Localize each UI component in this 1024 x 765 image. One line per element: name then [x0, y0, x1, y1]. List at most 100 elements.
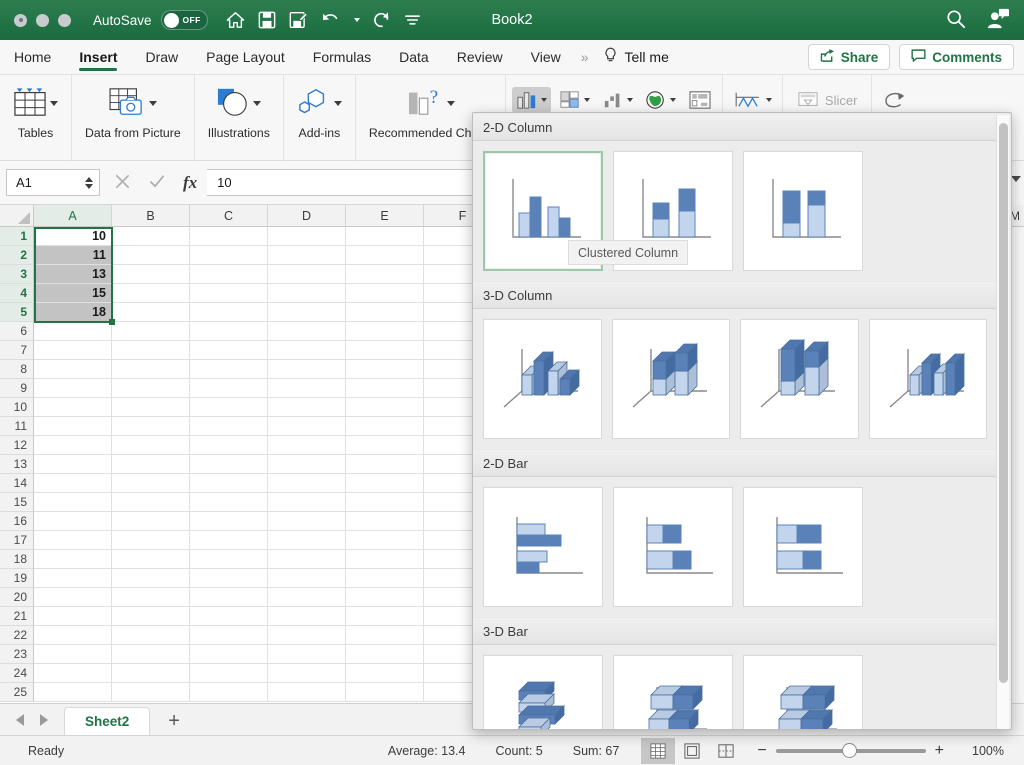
add-ins-dropdown-icon[interactable] [333, 100, 342, 106]
cell-D25[interactable] [268, 683, 346, 702]
pivotchart-button[interactable] [684, 87, 716, 113]
cell-E22[interactable] [346, 626, 424, 645]
cell-D11[interactable] [268, 417, 346, 436]
cell-E24[interactable] [346, 664, 424, 683]
gallery-item-100-stacked-column[interactable] [743, 151, 863, 271]
column-header-d[interactable]: D [268, 205, 346, 226]
cell-C19[interactable] [190, 569, 268, 588]
cell-E21[interactable] [346, 607, 424, 626]
row-header-1[interactable]: 1 [0, 227, 34, 246]
illustrations-dropdown-icon[interactable] [253, 100, 262, 106]
cell-B4[interactable] [112, 284, 190, 303]
window-controls[interactable] [14, 13, 71, 27]
cell-A23[interactable] [34, 645, 112, 664]
cell-D17[interactable] [268, 531, 346, 550]
ribbon-group-illustrations[interactable]: Illustrations [195, 75, 284, 161]
waterfall-chart-dropdown-icon[interactable] [626, 98, 633, 102]
cell-A13[interactable] [34, 455, 112, 474]
comments-button[interactable]: Comments [899, 44, 1014, 70]
gallery-item-3d-100-stacked-column[interactable] [740, 319, 859, 439]
formula-bar-expand-icon[interactable] [1011, 176, 1021, 182]
row-header-21[interactable]: 21 [0, 607, 34, 626]
cell-B14[interactable] [112, 474, 190, 493]
page-layout-view-button[interactable] [675, 738, 709, 764]
cell-C8[interactable] [190, 360, 268, 379]
tab-page-layout[interactable]: Page Layout [192, 40, 299, 75]
cell-E15[interactable] [346, 493, 424, 512]
cell-E5[interactable] [346, 303, 424, 322]
cell-B23[interactable] [112, 645, 190, 664]
cell-A17[interactable] [34, 531, 112, 550]
row-header-7[interactable]: 7 [0, 341, 34, 360]
cell-C11[interactable] [190, 417, 268, 436]
gallery-item-100-stacked-bar[interactable] [743, 487, 863, 607]
column-header-b[interactable]: B [112, 205, 190, 226]
cell-D4[interactable] [268, 284, 346, 303]
map-chart-button[interactable] [641, 87, 680, 113]
cell-E8[interactable] [346, 360, 424, 379]
cell-C22[interactable] [190, 626, 268, 645]
add-ins-icon[interactable] [297, 86, 331, 121]
cell-D23[interactable] [268, 645, 346, 664]
cell-E14[interactable] [346, 474, 424, 493]
cell-D8[interactable] [268, 360, 346, 379]
data-from-picture-icon[interactable] [108, 86, 146, 121]
cell-B25[interactable] [112, 683, 190, 702]
cell-C4[interactable] [190, 284, 268, 303]
cell-C5[interactable] [190, 303, 268, 322]
cell-D21[interactable] [268, 607, 346, 626]
cell-E19[interactable] [346, 569, 424, 588]
cell-B19[interactable] [112, 569, 190, 588]
cell-C15[interactable] [190, 493, 268, 512]
status-average[interactable]: Average: 13.4 [388, 744, 466, 758]
row-header-13[interactable]: 13 [0, 455, 34, 474]
hierarchy-chart-dropdown-icon[interactable] [583, 98, 590, 102]
cell-D19[interactable] [268, 569, 346, 588]
row-header-17[interactable]: 17 [0, 531, 34, 550]
cell-B7[interactable] [112, 341, 190, 360]
gallery-item-clustered-bar[interactable] [483, 487, 603, 607]
cell-D22[interactable] [268, 626, 346, 645]
cell-C25[interactable] [190, 683, 268, 702]
account-icon[interactable] [986, 8, 1010, 33]
name-box[interactable]: A1 [6, 169, 100, 196]
row-header-12[interactable]: 12 [0, 436, 34, 455]
cell-B12[interactable] [112, 436, 190, 455]
ribbon-group-data-from-picture[interactable]: Data from Picture [72, 75, 195, 161]
gallery-item-3d-clustered-bar[interactable] [483, 655, 603, 729]
redo-icon[interactable] [373, 11, 391, 29]
cell-D5[interactable] [268, 303, 346, 322]
cell-A20[interactable] [34, 588, 112, 607]
zoom-level-label[interactable]: 100% [956, 744, 1004, 758]
ribbon-group-add-ins[interactable]: Add-ins [284, 75, 356, 161]
gallery-item-3d-stacked-column[interactable] [611, 319, 730, 439]
cell-A24[interactable] [34, 664, 112, 683]
cell-B10[interactable] [112, 398, 190, 417]
gallery-item-stacked-bar[interactable] [613, 487, 733, 607]
cell-E16[interactable] [346, 512, 424, 531]
cell-D2[interactable] [268, 246, 346, 265]
gallery-item-3d-column[interactable] [868, 319, 987, 439]
tell-me-button[interactable]: Tell me [593, 47, 679, 67]
row-header-3[interactable]: 3 [0, 265, 34, 284]
select-all-button[interactable] [0, 205, 34, 226]
gallery-scrollbar[interactable] [996, 115, 1009, 729]
cell-D9[interactable] [268, 379, 346, 398]
minimize-button[interactable] [36, 13, 49, 27]
cell-E13[interactable] [346, 455, 424, 474]
add-sheet-button[interactable]: + [150, 711, 198, 735]
cell-D18[interactable] [268, 550, 346, 569]
cell-C17[interactable] [190, 531, 268, 550]
cell-C24[interactable] [190, 664, 268, 683]
recommended-charts-icon[interactable]: ? [406, 86, 444, 121]
cell-C18[interactable] [190, 550, 268, 569]
cell-E23[interactable] [346, 645, 424, 664]
cell-D14[interactable] [268, 474, 346, 493]
ribbon-group-tables[interactable]: Tables [0, 75, 72, 161]
cell-D10[interactable] [268, 398, 346, 417]
cell-E9[interactable] [346, 379, 424, 398]
cell-D24[interactable] [268, 664, 346, 683]
cell-E25[interactable] [346, 683, 424, 702]
tab-review[interactable]: Review [443, 40, 517, 75]
tables-icon[interactable] [13, 86, 47, 121]
